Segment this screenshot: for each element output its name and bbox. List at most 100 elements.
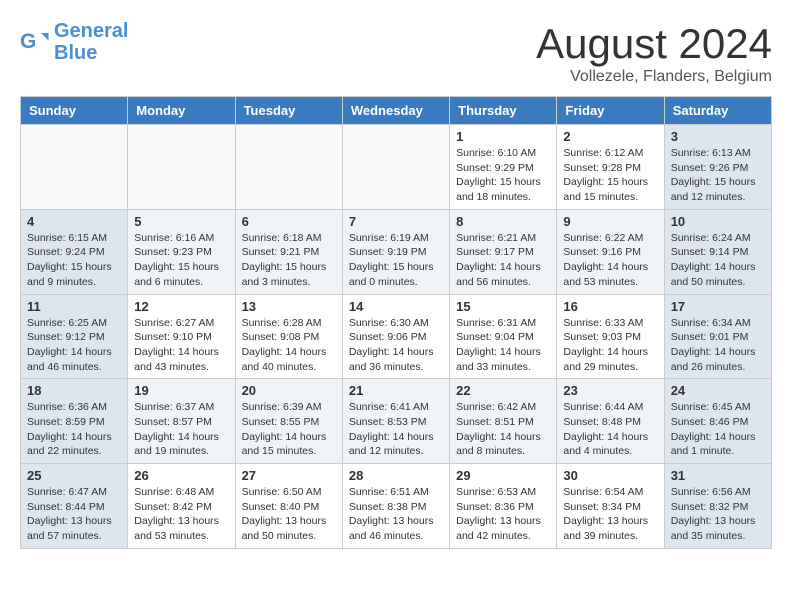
day-info: Sunrise: 6:30 AM Sunset: 9:06 PM Dayligh… <box>349 316 443 375</box>
calendar-cell: 29 Sunrise: 6:53 AM Sunset: 8:36 PM Dayli… <box>450 464 557 549</box>
day-number: 5 <box>134 214 228 229</box>
day-info: Sunrise: 6:18 AM Sunset: 9:21 PM Dayligh… <box>242 231 336 290</box>
calendar-cell: 2Sunrise: 6:12 AM Sunset: 9:28 PM Daylig… <box>557 125 664 210</box>
calendar-week-4: 18 Sunrise: 6:36 AM Sunset: 8:59 PM Dayli… <box>21 379 772 464</box>
day-info: Sunrise: 6:12 AM Sunset: 9:28 PM Dayligh… <box>563 146 657 205</box>
day-number: 23 <box>563 383 657 398</box>
calendar-cell: 6 Sunrise: 6:18 AM Sunset: 9:21 PM Daylig… <box>235 209 342 294</box>
calendar-cell: 3 Sunrise: 6:13 AM Sunset: 9:26 PM Daylig… <box>664 125 771 210</box>
calendar-week-1: 1 Sunrise: 6:10 AM Sunset: 9:29 PM Daylig… <box>21 125 772 210</box>
calendar-cell: 10 Sunrise: 6:24 AM Sunset: 9:14 PM Dayli… <box>664 209 771 294</box>
day-info: Sunrise: 6:24 AM Sunset: 9:14 PM Dayligh… <box>671 231 765 290</box>
col-header-sunday: Sunday <box>21 97 128 125</box>
day-number: 8 <box>456 214 550 229</box>
day-info: Sunrise: 6:15 AM Sunset: 9:24 PM Dayligh… <box>27 231 121 290</box>
logo-general: General <box>54 20 128 42</box>
svg-text:G: G <box>20 30 36 53</box>
day-info: Sunrise: 6:34 AM Sunset: 9:01 PM Dayligh… <box>671 316 765 375</box>
day-number: 28 <box>349 468 443 483</box>
calendar-cell: 25Sunrise: 6:47 AM Sunset: 8:44 PM Dayli… <box>21 464 128 549</box>
logo-icon: G <box>20 27 50 57</box>
day-number: 1 <box>456 129 550 144</box>
col-header-saturday: Saturday <box>664 97 771 125</box>
calendar-cell: 1 Sunrise: 6:10 AM Sunset: 9:29 PM Daylig… <box>450 125 557 210</box>
col-header-wednesday: Wednesday <box>342 97 449 125</box>
calendar-cell <box>342 125 449 210</box>
calendar-cell: 20Sunrise: 6:39 AM Sunset: 8:55 PM Dayli… <box>235 379 342 464</box>
day-info: Sunrise: 6:42 AM Sunset: 8:51 PM Dayligh… <box>456 400 550 459</box>
day-number: 11 <box>27 299 121 314</box>
calendar-cell: 12 Sunrise: 6:27 AM Sunset: 9:10 PM Dayli… <box>128 294 235 379</box>
day-number: 31 <box>671 468 765 483</box>
day-number: 24 <box>671 383 765 398</box>
calendar-week-3: 11Sunrise: 6:25 AM Sunset: 9:12 PM Dayli… <box>21 294 772 379</box>
day-info: Sunrise: 6:31 AM Sunset: 9:04 PM Dayligh… <box>456 316 550 375</box>
day-number: 16 <box>563 299 657 314</box>
day-number: 18 <box>27 383 121 398</box>
day-info: Sunrise: 6:22 AM Sunset: 9:16 PM Dayligh… <box>563 231 657 290</box>
calendar-cell: 28 Sunrise: 6:51 AM Sunset: 8:38 PM Dayli… <box>342 464 449 549</box>
day-info: Sunrise: 6:19 AM Sunset: 9:19 PM Dayligh… <box>349 231 443 290</box>
col-header-tuesday: Tuesday <box>235 97 342 125</box>
calendar-cell: 7 Sunrise: 6:19 AM Sunset: 9:19 PM Daylig… <box>342 209 449 294</box>
calendar-week-5: 25Sunrise: 6:47 AM Sunset: 8:44 PM Dayli… <box>21 464 772 549</box>
calendar-cell: 22 Sunrise: 6:42 AM Sunset: 8:51 PM Dayli… <box>450 379 557 464</box>
calendar-cell <box>235 125 342 210</box>
day-number: 6 <box>242 214 336 229</box>
calendar: SundayMondayTuesdayWednesdayThursdayFrid… <box>20 96 772 549</box>
calendar-cell: 5Sunrise: 6:16 AM Sunset: 9:23 PM Daylig… <box>128 209 235 294</box>
day-number: 15 <box>456 299 550 314</box>
col-header-thursday: Thursday <box>450 97 557 125</box>
day-number: 12 <box>134 299 228 314</box>
day-number: 13 <box>242 299 336 314</box>
calendar-cell: 19Sunrise: 6:37 AM Sunset: 8:57 PM Dayli… <box>128 379 235 464</box>
calendar-cell: 11Sunrise: 6:25 AM Sunset: 9:12 PM Dayli… <box>21 294 128 379</box>
day-number: 9 <box>563 214 657 229</box>
day-info: Sunrise: 6:56 AM Sunset: 8:32 PM Dayligh… <box>671 485 765 544</box>
day-number: 7 <box>349 214 443 229</box>
day-info: Sunrise: 6:54 AM Sunset: 8:34 PM Dayligh… <box>563 485 657 544</box>
calendar-cell <box>128 125 235 210</box>
page: G General Blue August 2024 Vollezele, Fl… <box>0 0 792 569</box>
day-number: 14 <box>349 299 443 314</box>
calendar-cell: 4 Sunrise: 6:15 AM Sunset: 9:24 PM Daylig… <box>21 209 128 294</box>
calendar-cell: 26 Sunrise: 6:48 AM Sunset: 8:42 PM Dayli… <box>128 464 235 549</box>
calendar-cell: 15 Sunrise: 6:31 AM Sunset: 9:04 PM Dayli… <box>450 294 557 379</box>
day-info: Sunrise: 6:27 AM Sunset: 9:10 PM Dayligh… <box>134 316 228 375</box>
day-info: Sunrise: 6:53 AM Sunset: 8:36 PM Dayligh… <box>456 485 550 544</box>
calendar-cell: 13 Sunrise: 6:28 AM Sunset: 9:08 PM Dayli… <box>235 294 342 379</box>
day-info: Sunrise: 6:13 AM Sunset: 9:26 PM Dayligh… <box>671 146 765 205</box>
day-info: Sunrise: 6:36 AM Sunset: 8:59 PM Dayligh… <box>27 400 121 459</box>
day-info: Sunrise: 6:33 AM Sunset: 9:03 PM Dayligh… <box>563 316 657 375</box>
calendar-cell: 31 Sunrise: 6:56 AM Sunset: 8:32 PM Dayli… <box>664 464 771 549</box>
day-info: Sunrise: 6:51 AM Sunset: 8:38 PM Dayligh… <box>349 485 443 544</box>
day-info: Sunrise: 6:28 AM Sunset: 9:08 PM Dayligh… <box>242 316 336 375</box>
day-info: Sunrise: 6:48 AM Sunset: 8:42 PM Dayligh… <box>134 485 228 544</box>
day-number: 22 <box>456 383 550 398</box>
calendar-cell: 8Sunrise: 6:21 AM Sunset: 9:17 PM Daylig… <box>450 209 557 294</box>
day-number: 3 <box>671 129 765 144</box>
calendar-cell: 23Sunrise: 6:44 AM Sunset: 8:48 PM Dayli… <box>557 379 664 464</box>
day-number: 26 <box>134 468 228 483</box>
day-number: 10 <box>671 214 765 229</box>
col-header-monday: Monday <box>128 97 235 125</box>
day-number: 19 <box>134 383 228 398</box>
logo-text: General Blue <box>54 20 128 64</box>
calendar-cell: 18 Sunrise: 6:36 AM Sunset: 8:59 PM Dayli… <box>21 379 128 464</box>
day-info: Sunrise: 6:45 AM Sunset: 8:46 PM Dayligh… <box>671 400 765 459</box>
calendar-cell: 24 Sunrise: 6:45 AM Sunset: 8:46 PM Dayli… <box>664 379 771 464</box>
logo-blue: Blue <box>54 42 97 64</box>
day-number: 29 <box>456 468 550 483</box>
calendar-cell: 21Sunrise: 6:41 AM Sunset: 8:53 PM Dayli… <box>342 379 449 464</box>
day-info: Sunrise: 6:10 AM Sunset: 9:29 PM Dayligh… <box>456 146 550 205</box>
day-info: Sunrise: 6:47 AM Sunset: 8:44 PM Dayligh… <box>27 485 121 544</box>
day-number: 27 <box>242 468 336 483</box>
calendar-cell: 16 Sunrise: 6:33 AM Sunset: 9:03 PM Dayli… <box>557 294 664 379</box>
day-info: Sunrise: 6:39 AM Sunset: 8:55 PM Dayligh… <box>242 400 336 459</box>
day-number: 4 <box>27 214 121 229</box>
day-number: 30 <box>563 468 657 483</box>
calendar-cell: 17Sunrise: 6:34 AM Sunset: 9:01 PM Dayli… <box>664 294 771 379</box>
calendar-header-row: SundayMondayTuesdayWednesdayThursdayFrid… <box>21 97 772 125</box>
location: Vollezele, Flanders, Belgium <box>536 68 772 86</box>
calendar-cell <box>21 125 128 210</box>
